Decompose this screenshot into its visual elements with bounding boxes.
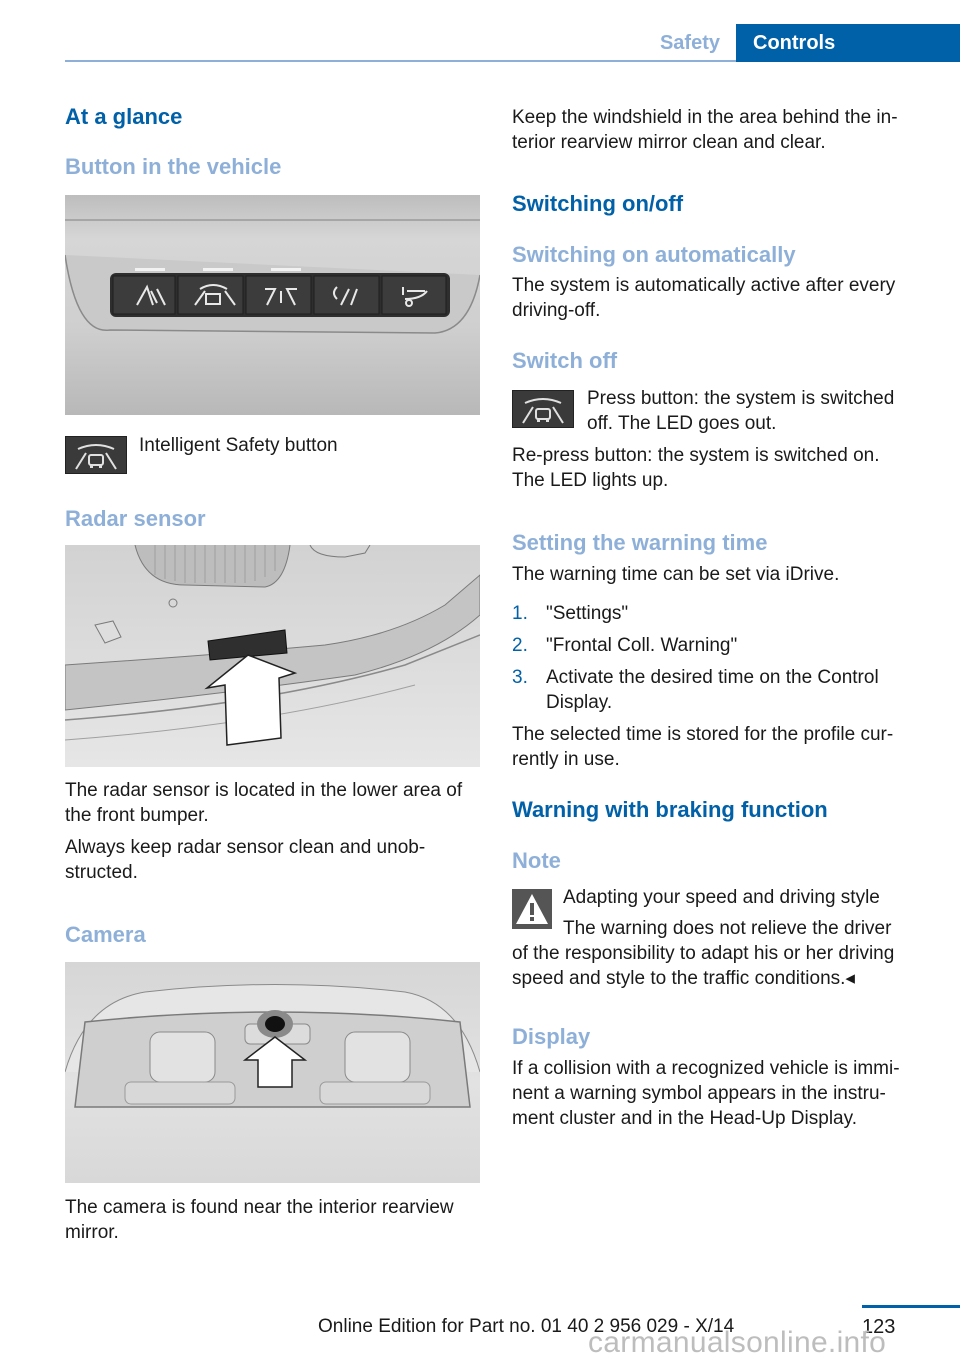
radar-heading: Radar sensor — [65, 506, 206, 531]
auto-text: The system is automatically active after… — [512, 273, 895, 323]
camera-illustration — [65, 984, 480, 1108]
repress-text: Re-press button: the system is switched … — [512, 443, 880, 493]
intelligent-safety-icon — [65, 436, 127, 474]
note-heading: Note — [512, 848, 561, 873]
edition-text: Online Edition for Part no. 01 40 2 956 … — [318, 1316, 735, 1337]
windshield-text-line: terior rearview mirror clean and clear. — [512, 132, 826, 153]
switch-off-heading: Switch off — [512, 348, 618, 373]
tab-controls[interactable]: Controls — [736, 24, 960, 62]
radar-figure — [65, 545, 480, 767]
list-item-number: 1. — [512, 603, 528, 624]
footer-rule — [862, 1305, 960, 1308]
camera-heading: Camera — [65, 922, 146, 947]
tab-safety[interactable]: Safety — [640, 24, 736, 62]
stored-text-line: rently in use. — [512, 749, 620, 770]
warning-time-text: The warning time can be set via iDrive. — [512, 564, 840, 585]
list-item-text: "Settings" — [546, 603, 629, 624]
windshield-text-line: Keep the windshield in the area behind t… — [512, 107, 898, 128]
auto-text-line: driving-off. — [512, 300, 601, 321]
switch-off-text: Press button: the system is switched off… — [587, 386, 894, 436]
warning-time-heading: Setting the warning time — [512, 530, 768, 555]
radar-sensor-illustration — [65, 545, 480, 746]
button-bank-illustration — [65, 219, 480, 334]
radar-text-2-line: Always keep radar sensor clean and unob- — [65, 837, 426, 858]
button-caption: Intelligent Safety button — [139, 435, 338, 456]
switch-off-text-line: off. The LED goes out. — [587, 413, 777, 434]
stored-text-line: The selected time is stored for the prof… — [512, 724, 894, 745]
display-text-line: ment cluster and in the Head-Up Display. — [512, 1108, 857, 1129]
intelligent-safety-icon — [512, 390, 574, 428]
display-heading: Display — [512, 1024, 591, 1049]
camera-text: The camera is found near the interior re… — [65, 1195, 454, 1245]
note-title: Adapting your speed and driving style — [563, 887, 880, 908]
note-body: The warning does not relieve the driver … — [512, 916, 932, 991]
camera-figure — [65, 962, 480, 1183]
switch-off-text-line: Press button: the system is switched — [587, 388, 895, 409]
radar-text-1-line: The radar sensor is located in the lower… — [65, 780, 463, 801]
stored-text: The selected time is stored for the prof… — [512, 722, 893, 772]
radar-text-1-line: the front bumper. — [65, 805, 209, 826]
list-item-text: "Frontal Coll. Warning" — [546, 635, 738, 656]
switching-heading: Switching on/off — [512, 191, 684, 216]
display-text-line: nent a warning symbol appears in the ins… — [512, 1083, 886, 1104]
list-item-text-line: Display. — [546, 692, 613, 713]
list-item-number: 2. — [512, 635, 528, 656]
braking-heading: Warning with braking function — [512, 797, 828, 822]
list-item-text: Activate the desired time on the Control… — [546, 665, 879, 715]
repress-text-line: The LED lights up. — [512, 470, 669, 491]
radar-text-2: Always keep radar sensor clean and unob-… — [65, 835, 425, 885]
list-item-number: 3. — [512, 667, 528, 688]
auto-text-line: The system is automatically active after… — [512, 275, 896, 296]
note-body-line: The warning does not relieve the driver — [563, 918, 892, 939]
camera-text-line: mirror. — [65, 1222, 119, 1243]
auto-heading: Switching on automatically — [512, 242, 796, 267]
list-item-text-line: Activate the desired time on the Control — [546, 667, 879, 688]
display-text: If a collision with a recognized vehicle… — [512, 1056, 900, 1131]
section-title: At a glance — [65, 104, 183, 129]
windshield-text: Keep the windshield in the area behind t… — [512, 105, 898, 155]
radar-text-1: The radar sensor is located in the lower… — [65, 778, 462, 828]
button-heading: Button in the vehicle — [65, 154, 282, 179]
button-figure — [65, 195, 480, 415]
display-text-line: If a collision with a recognized vehicle… — [512, 1058, 900, 1079]
note-body-line: of the responsibility to adapt his or he… — [512, 943, 895, 964]
note-body-line: speed and style to the traffic condition… — [512, 968, 855, 989]
radar-text-2-line: structed. — [65, 862, 138, 883]
repress-text-line: Re-press button: the system is switched … — [512, 445, 880, 466]
camera-text-line: The camera is found near the interior re… — [65, 1197, 454, 1218]
